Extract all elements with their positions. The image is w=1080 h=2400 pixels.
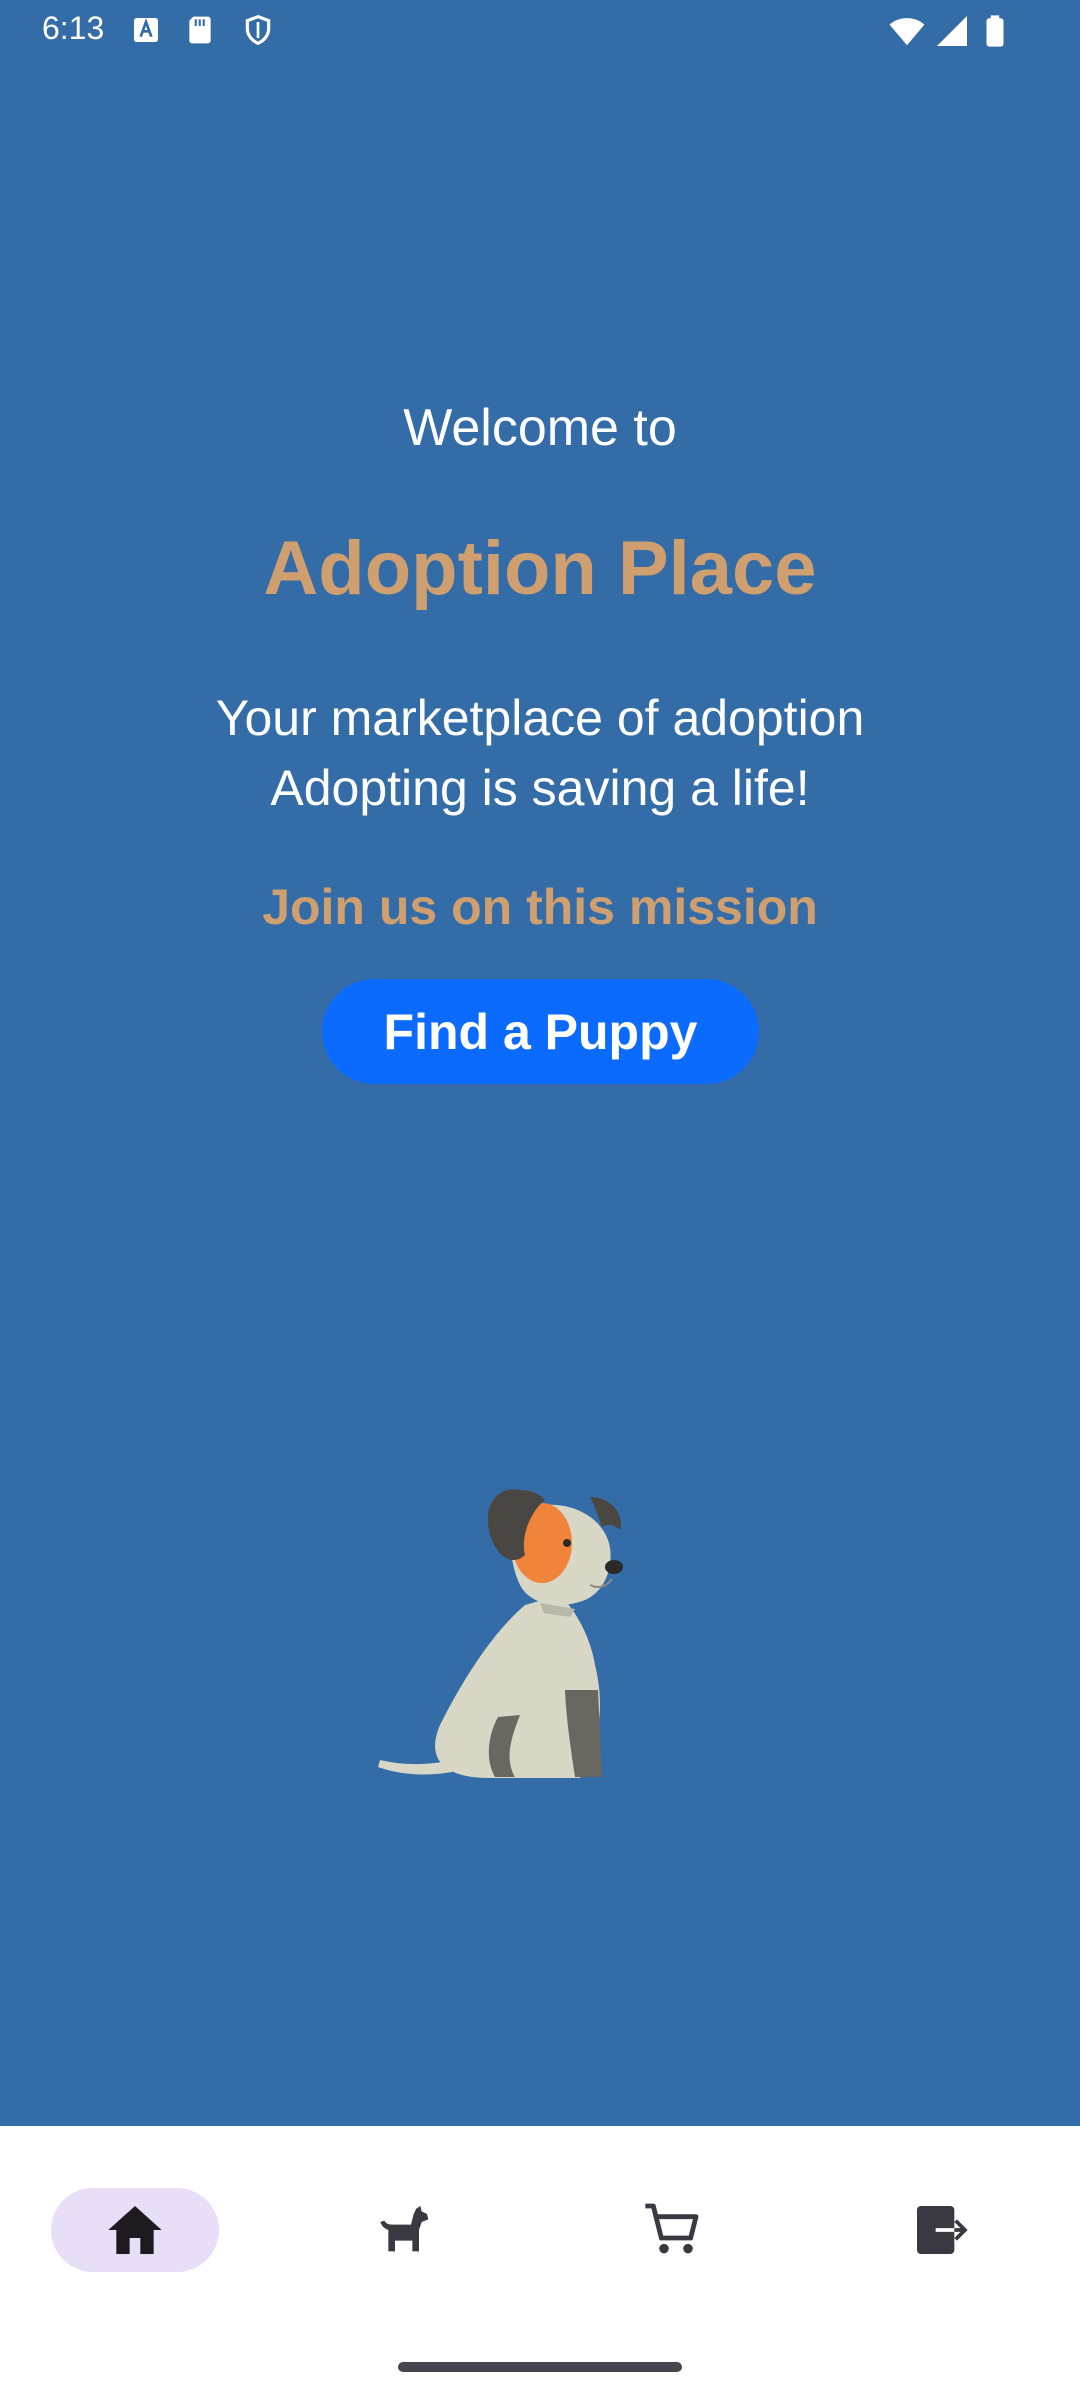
nav-logout[interactable]	[857, 2188, 1025, 2272]
tagline: Your marketplace of adoption Adopting is…	[0, 683, 1080, 823]
home-screen: 6:13 Welcome to Adoption Place Your mark…	[0, 0, 1080, 2126]
wifi-icon	[889, 18, 925, 46]
find-puppy-button[interactable]: Find a Puppy	[322, 979, 759, 1084]
sitting-puppy-illustration	[378, 1489, 623, 1778]
welcome-text: Welcome to	[403, 399, 677, 457]
cart-icon	[645, 2203, 699, 2254]
nav-home[interactable]	[51, 2188, 219, 2272]
text-notification-icon	[134, 18, 158, 42]
home-icon	[108, 2206, 162, 2254]
home-gesture-bar[interactable]	[398, 2362, 682, 2372]
nav-cart[interactable]	[588, 2188, 756, 2272]
logout-icon	[917, 2206, 968, 2254]
mission-text: Join us on this mission	[262, 879, 818, 935]
tagline-line-2: Adopting is saving a life!	[270, 760, 810, 816]
app-title: Adoption Place	[263, 526, 817, 611]
bottom-navigation	[0, 2126, 1080, 2336]
dog-icon	[380, 2206, 429, 2252]
signal-icon	[937, 16, 967, 46]
status-bar: 6:13	[0, 0, 1080, 64]
tagline-line-1: Your marketplace of adoption	[215, 690, 865, 746]
shield-icon	[245, 14, 271, 46]
nav-pets[interactable]	[319, 2188, 487, 2272]
battery-icon	[986, 15, 1004, 47]
sd-card-icon	[189, 16, 211, 44]
status-time: 6:13	[42, 10, 105, 46]
